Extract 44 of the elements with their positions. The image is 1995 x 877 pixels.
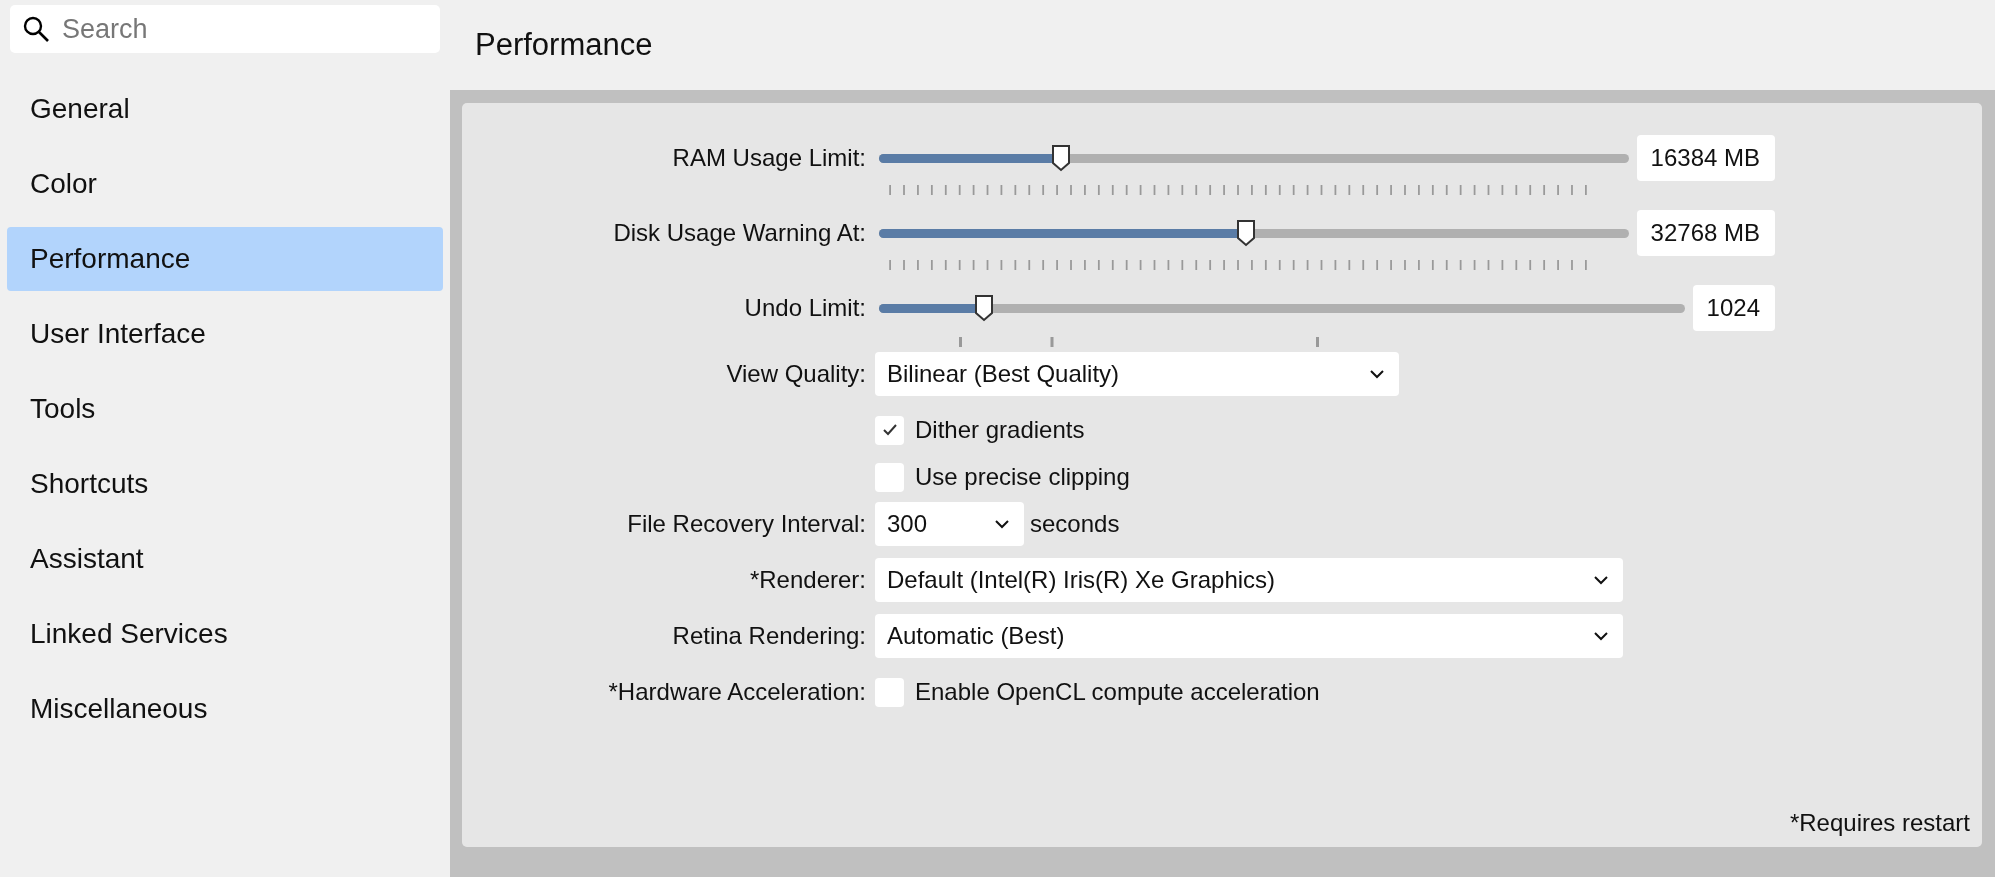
slider[interactable] xyxy=(879,219,1629,247)
slider[interactable] xyxy=(879,294,1685,322)
value-field[interactable]: 16384 MB xyxy=(1636,135,1775,181)
page-title: Performance xyxy=(475,27,653,63)
chevron-icon xyxy=(994,519,1010,529)
dropdown[interactable]: 300 xyxy=(875,502,1024,546)
sidebar-item[interactable]: General xyxy=(7,77,443,141)
sidebar-item[interactable]: User Interface xyxy=(7,302,443,366)
search-field[interactable]: Search xyxy=(10,5,440,53)
value-field[interactable]: 32768 MB xyxy=(1636,210,1775,256)
checkbox[interactable] xyxy=(875,462,904,492)
footnote: *Requires restart xyxy=(1789,809,1970,837)
checkbox-label[interactable]: Dither gradients xyxy=(915,416,1085,444)
sidebar-item[interactable]: Assistant xyxy=(7,527,443,591)
setting-label: Undo Limit: xyxy=(744,293,866,323)
sidebar-item[interactable]: Performance xyxy=(7,227,443,291)
sidebar-item[interactable]: Linked Services xyxy=(7,602,443,666)
checkbox[interactable] xyxy=(875,415,904,445)
slider-thumb[interactable] xyxy=(1051,144,1072,172)
sidebar-item[interactable]: Shortcuts xyxy=(7,452,443,516)
dropdown[interactable]: Bilinear (Best Quality) xyxy=(875,352,1399,396)
checkbox-label[interactable]: Enable OpenCL compute acceleration xyxy=(915,678,1320,706)
checkbox-label[interactable]: Use precise clipping xyxy=(915,463,1130,491)
sidebar-item[interactable]: Miscellaneous xyxy=(7,677,443,741)
slider-thumb[interactable] xyxy=(1235,219,1256,247)
setting-label: File Recovery Interval: xyxy=(627,509,866,539)
setting-label: Retina Rendering: xyxy=(672,621,866,651)
setting-label: *Hardware Acceleration: xyxy=(608,677,866,707)
dropdown[interactable]: Automatic (Best) xyxy=(875,614,1623,658)
dropdown[interactable]: Default (Intel(R) Iris(R) Xe Graphics) xyxy=(875,558,1623,602)
setting-label: View Quality: xyxy=(726,359,866,389)
setting-label: RAM Usage Limit: xyxy=(672,143,866,173)
sidebar-item[interactable]: Color xyxy=(7,152,443,216)
slider-thumb[interactable] xyxy=(973,294,994,322)
chevron-icon xyxy=(1593,631,1609,641)
chevron-icon xyxy=(1369,369,1385,379)
chevron-icon xyxy=(1593,575,1609,585)
unit-label: seconds xyxy=(1030,510,1120,538)
setting-label: Disk Usage Warning At: xyxy=(613,218,866,248)
setting-label: *Renderer: xyxy=(749,565,866,595)
sidebar-item[interactable]: Tools xyxy=(7,377,443,441)
slider[interactable] xyxy=(879,144,1629,172)
value-field[interactable]: 1024 xyxy=(1692,285,1775,331)
checkbox[interactable] xyxy=(875,677,904,707)
